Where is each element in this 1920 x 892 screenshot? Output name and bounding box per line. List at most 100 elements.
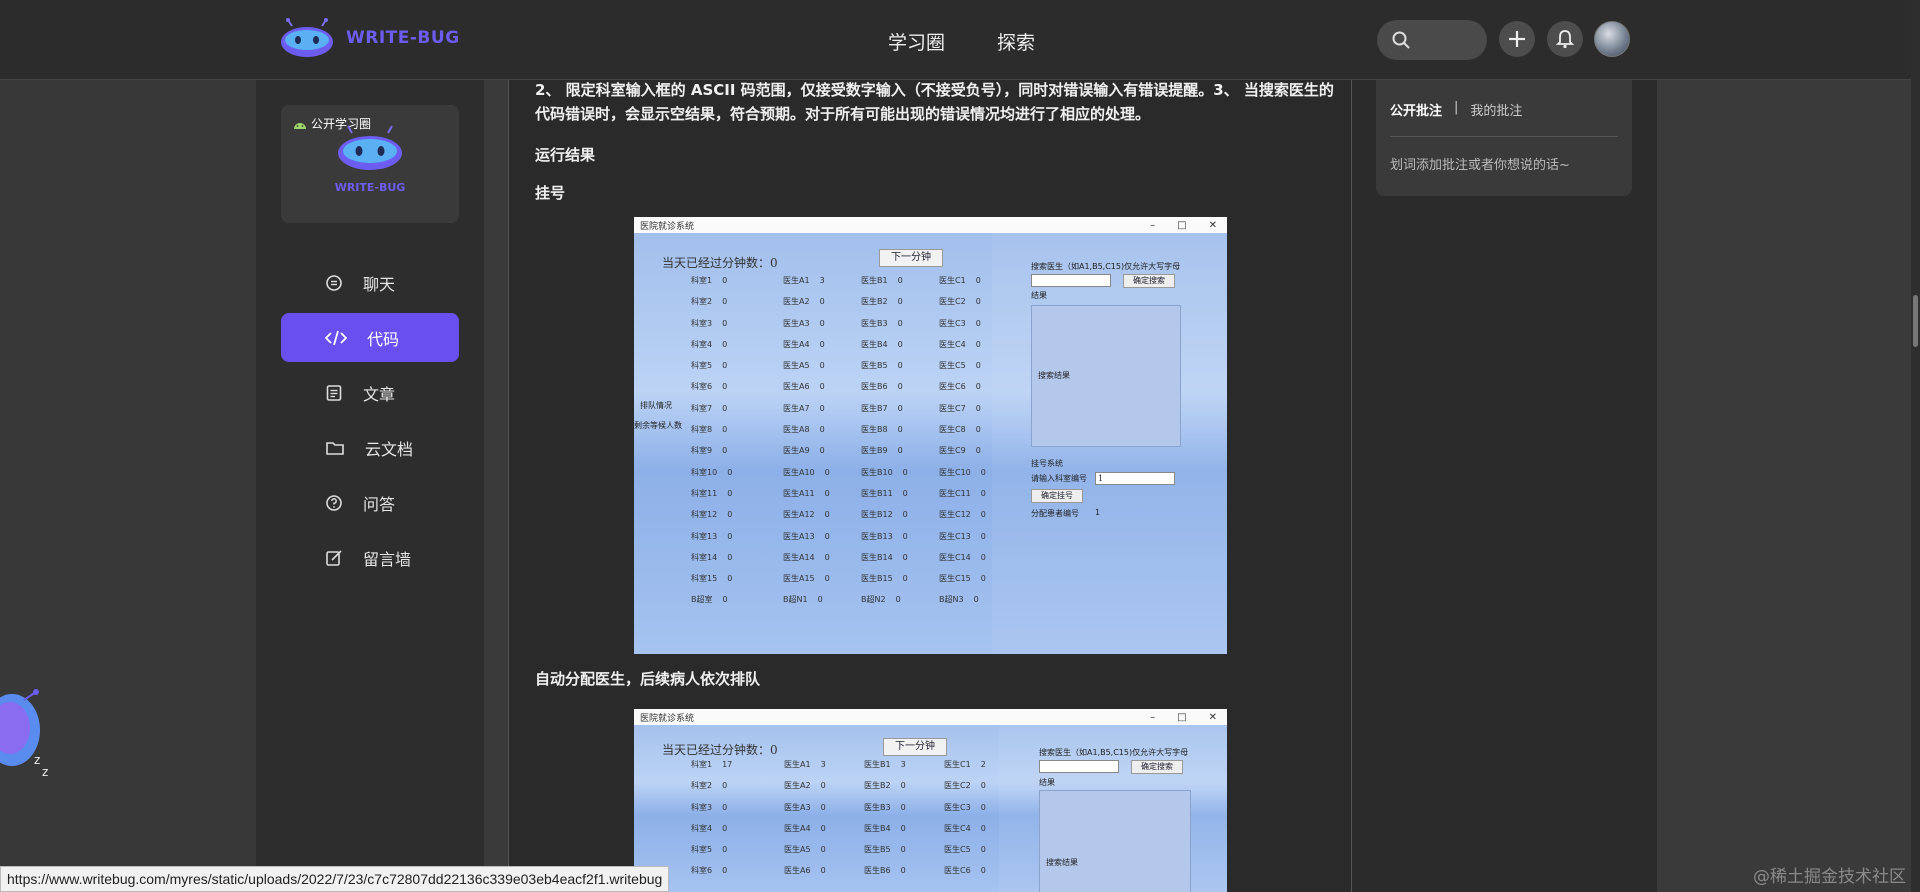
brand-logo[interactable]: WRITE-BUG bbox=[280, 18, 460, 58]
doctor-c-count: 0 bbox=[975, 382, 981, 392]
user-avatar[interactable] bbox=[1594, 21, 1630, 57]
doctor-c-label: 医生C5 bbox=[944, 845, 971, 855]
nav-explore[interactable]: 探索 bbox=[997, 28, 1035, 55]
main-nav: 学习圈 探索 bbox=[888, 28, 1035, 55]
doctor-b-count: 0 bbox=[902, 574, 908, 584]
sleeping-mascot-icon[interactable]: z z bbox=[0, 672, 54, 782]
doctor-b-row: 医生B6 0 bbox=[864, 865, 906, 886]
search-icon bbox=[1392, 31, 1410, 49]
doctor-b-row: 医生B1 3 bbox=[864, 759, 906, 780]
room-row: 科室5 0 bbox=[691, 844, 732, 865]
article-content: 2、 限定科室输入框的 ASCII 码范围，仅接受数字输入（不接受负号），同时对… bbox=[509, 80, 1351, 892]
section-heading-auto-assign: 自动分配医生，后续病人依次排队 bbox=[535, 670, 761, 688]
doctor-b-label: 医生B10 bbox=[861, 467, 893, 477]
search-result-box: 搜索结果 bbox=[1031, 305, 1181, 447]
doctor-a-count: 0 bbox=[824, 467, 830, 477]
room-label: 科室8 bbox=[691, 425, 713, 435]
doctor-b-label: B超N2 bbox=[861, 595, 886, 605]
doctor-a-count: 0 bbox=[824, 552, 830, 562]
result-label: 结果 bbox=[1031, 291, 1047, 300]
doctor-c-count: 0 bbox=[980, 552, 986, 562]
minutes-display: 当天已经过分钟数：0 bbox=[662, 743, 778, 757]
room-row: 科室1 17 bbox=[691, 759, 732, 780]
doctor-b-label: 医生B8 bbox=[861, 425, 888, 435]
sidebar-item-qa[interactable]: 问答 bbox=[281, 478, 459, 527]
annotation-hint: 划词添加批注或者你想说的话~ bbox=[1390, 158, 1570, 173]
doctor-b-label: 医生B4 bbox=[861, 339, 888, 349]
search-input[interactable] bbox=[1377, 20, 1487, 60]
search-doctor-label: 搜索医生（如A1,B5,C15)仅允许大写字母 bbox=[1031, 262, 1181, 271]
doctor-b-row: 医生B9 0 bbox=[861, 445, 908, 466]
doctor-a-label: 医生A5 bbox=[784, 845, 811, 855]
sidebar-item-code[interactable]: 代码 bbox=[281, 313, 459, 362]
scrollbar-track-top bbox=[1911, 0, 1920, 80]
doctor-a-count: 0 bbox=[819, 361, 825, 371]
create-button[interactable] bbox=[1499, 21, 1535, 57]
brand-name: WRITE-BUG bbox=[346, 28, 460, 48]
doctor-b-label: 医生B7 bbox=[861, 403, 888, 413]
doctor-a-count: 3 bbox=[819, 276, 825, 285]
doctor-b-count: 0 bbox=[897, 318, 903, 328]
doctor-b-count: 0 bbox=[902, 467, 908, 477]
doctor-a-row: 医生A11 0 bbox=[783, 488, 830, 509]
doctor-a-row: 医生A1 3 bbox=[784, 759, 826, 780]
room-row: 科室6 0 bbox=[691, 381, 732, 402]
svg-text:z: z bbox=[34, 753, 40, 767]
tab-my-annotations[interactable]: 我的批注 bbox=[1470, 100, 1522, 119]
notifications-button[interactable] bbox=[1547, 21, 1583, 57]
doctor-b-count: 0 bbox=[897, 382, 903, 392]
doctor-c-count: 0 bbox=[980, 802, 986, 812]
page-scrollbar[interactable] bbox=[1911, 80, 1920, 892]
room-row: 科室3 0 bbox=[691, 802, 732, 823]
doctor-b-row: 医生B5 0 bbox=[861, 360, 908, 381]
doctor-a-count: 0 bbox=[819, 446, 825, 456]
doctor-c-row: 医生C6 0 bbox=[939, 381, 986, 402]
sidebar-item-chat[interactable]: 聊天 bbox=[281, 258, 459, 307]
doctor-c-row: 医生C3 0 bbox=[939, 318, 986, 339]
doctor-c-count: 0 bbox=[975, 446, 981, 456]
doctor-c-count: 0 bbox=[980, 531, 986, 541]
room-count: 0 bbox=[722, 297, 728, 307]
doctor-c-count: 0 bbox=[980, 510, 986, 520]
doctor-b-label: 医生B1 bbox=[864, 760, 891, 769]
room-label: 科室11 bbox=[691, 488, 718, 498]
doctor-a-row: 医生A5 0 bbox=[783, 360, 830, 381]
doctor-b-row: 医生B8 0 bbox=[861, 424, 908, 445]
window-title: 医院就诊系统 bbox=[640, 221, 695, 232]
doctor-b-row: 医生B14 0 bbox=[861, 552, 908, 573]
doctor-a-row: 医生A4 0 bbox=[783, 339, 830, 360]
doctor-b-count: 0 bbox=[900, 823, 906, 833]
sidebar-item-article[interactable]: 文章 bbox=[281, 368, 459, 417]
room-count: 17 bbox=[722, 760, 733, 769]
doctor-a-label: 医生A5 bbox=[783, 361, 810, 371]
doctor-a-row: 医生A6 0 bbox=[783, 381, 830, 402]
doctor-a-count: 0 bbox=[824, 531, 830, 541]
doctor-b-label: 医生B15 bbox=[861, 574, 893, 584]
sidebar-item-message-wall[interactable]: 留言墙 bbox=[281, 533, 459, 582]
scrollbar-thumb[interactable] bbox=[1913, 295, 1918, 347]
learning-circle-card[interactable]: 公开学习圈 WRITE-BUG bbox=[281, 105, 459, 223]
doctor-c-row: 医生C5 0 bbox=[944, 844, 986, 865]
doctor-a-row: 医生A2 0 bbox=[783, 296, 830, 317]
doctor-a-row: 医生A10 0 bbox=[783, 467, 830, 488]
doctor-a-row: 医生A9 0 bbox=[783, 445, 830, 466]
sidebar-item-cloud-docs[interactable]: 云文档 bbox=[281, 423, 459, 472]
doctor-a-label: 医生A6 bbox=[784, 866, 811, 876]
doctor-a-count: 0 bbox=[824, 510, 830, 520]
doctor-c-row: 医生C5 0 bbox=[939, 360, 986, 381]
room-label: 科室1 bbox=[691, 760, 713, 769]
doctor-c-count: 0 bbox=[980, 823, 986, 833]
doctor-c-count: 0 bbox=[980, 574, 986, 584]
doctor-a-label: 医生A9 bbox=[783, 446, 810, 456]
next-minute-button: 下一分钟 bbox=[883, 738, 947, 756]
doctor-a-label: 医生A1 bbox=[783, 276, 810, 285]
tab-public-annotations[interactable]: 公开批注 bbox=[1390, 100, 1442, 119]
room-row: 科室3 0 bbox=[691, 318, 732, 339]
sidebar-item-label: 文章 bbox=[363, 384, 396, 404]
nav-learning-circle[interactable]: 学习圈 bbox=[888, 28, 945, 55]
doctor-c-row: 医生C2 0 bbox=[944, 780, 986, 801]
doctor-a-label: 医生A6 bbox=[783, 382, 810, 392]
queue-status-label: 排队情况 bbox=[640, 401, 672, 410]
room-count: 0 bbox=[727, 488, 733, 498]
maximize-icon: □ bbox=[1177, 219, 1187, 231]
